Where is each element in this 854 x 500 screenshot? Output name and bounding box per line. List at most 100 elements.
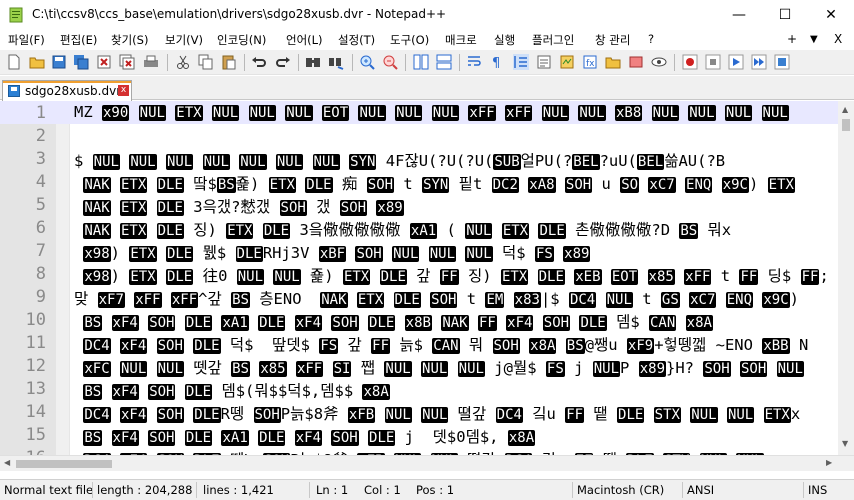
sync-h-icon[interactable] [436,54,452,70]
editor-line[interactable]: 15 BS xF4 SOH DLE xA1 DLE xF4 SOH DLE j … [0,423,838,446]
control-char-token: DLE [579,315,607,331]
horizontal-scroll-thumb[interactable] [16,460,112,468]
tab-close-icon[interactable]: x [118,85,129,96]
run-macro-multiple-icon[interactable] [751,54,767,70]
control-char-token: xFF [134,292,162,308]
replace-icon[interactable] [328,54,344,70]
editor-line[interactable]: 16 DC4 xF4 SOH DLE 뗏\ SOHP늙$8斧 xFB NUL N… [0,446,838,455]
control-char-token: NUL [605,292,633,308]
menu-view[interactable]: 보기(V) [165,32,203,48]
zoom-out-icon[interactable] [382,54,398,70]
editor-line[interactable]: 9 맞 xF7 xFF xFF^갚 BS 층ENO NAK ETX DLE SOH… [0,285,838,308]
print-icon[interactable] [143,54,159,70]
editor-line[interactable]: 2 [0,124,838,147]
editor-line[interactable]: 11 DC4 xF4 SOH DLE 덕$ 땊뎃$ FS 갚 FF 늙$ CAN… [0,331,838,354]
control-char-token: FF [477,315,497,331]
close-all-icon[interactable] [119,54,135,70]
status-encoding[interactable]: ANSI [687,483,714,497]
save-icon[interactable] [51,54,67,70]
editor-line[interactable]: 1 MZ x90 NUL ETX NUL NUL NUL EOT NUL NUL … [0,101,838,124]
menu-run[interactable]: 실행 [494,32,515,48]
vertical-scrollbar[interactable]: ▲ ▼ [838,101,854,455]
scroll-down-arrow-icon[interactable]: ▼ [842,439,848,448]
toolbar: ¶ fx [0,50,854,75]
menu-macro[interactable]: 매크로 [445,32,477,48]
menu-close-doc-button[interactable]: X [834,32,842,46]
redo-icon[interactable] [275,54,291,70]
indent-guide-icon[interactable] [513,54,529,70]
editor-area[interactable]: 1 MZ x90 NUL ETX NUL NUL NUL EOT NUL NUL … [0,101,854,455]
open-file-icon[interactable] [29,54,45,70]
zoom-in-icon[interactable] [359,54,375,70]
vertical-scroll-thumb[interactable] [842,119,850,131]
tab-sdgo28xusb[interactable]: sdgo28xusb.dvr x [2,80,132,101]
close-window-button[interactable]: ✕ [808,0,854,30]
control-char-token: xF7 [97,292,125,308]
menu-file[interactable]: 파일(F) [8,32,45,48]
menu-encoding[interactable]: 인코딩(N) [217,32,266,48]
status-eol[interactable]: Macintosh (CR) [577,483,664,497]
stop-record-icon[interactable] [705,54,721,70]
control-char-token: DLE [305,177,333,193]
word-wrap-icon[interactable] [466,54,482,70]
editor-line[interactable]: 13 BS xF4 SOH DLE 뎀$(뭐$$덕$,뎀$$ x8A [0,377,838,400]
doc-list-icon[interactable] [628,54,644,70]
scroll-right-arrow-icon[interactable]: ▶ [826,458,832,467]
udl-icon[interactable] [536,54,552,70]
editor-line[interactable]: 4 NAK ETX DLE 땈$BS죭) ETX DLE 痴 SOH t SYN… [0,170,838,193]
menu-help[interactable]: ? [648,32,654,46]
find-icon[interactable] [305,54,321,70]
control-char-token: SOH [739,361,768,377]
folder-workspace-icon[interactable] [605,54,621,70]
line-number: 8 [35,264,46,284]
control-char-token: xBB [762,338,790,354]
menu-dropdown-button[interactable]: ▼ [810,34,818,45]
menu-plugins[interactable]: 플러그인 [532,32,574,48]
function-list-icon[interactable]: fx [582,54,598,70]
doc-map-icon[interactable] [559,54,575,70]
save-all-icon[interactable] [73,54,89,70]
maximize-button[interactable]: ☐ [762,0,808,30]
control-char-token: NUL [578,105,606,121]
control-char-token: NUL [688,105,716,121]
line-number: 15 [25,425,46,445]
menu-settings[interactable]: 설정(T) [338,32,375,48]
undo-icon[interactable] [251,54,267,70]
minimize-button[interactable]: — [716,0,762,30]
status-insert-mode[interactable]: INS [808,483,827,497]
control-char-token: NUL [428,246,457,262]
editor-line[interactable]: 5 NAK ETX DLE 3윽갰?慭갰 SOH 갰 SOH x89 [0,193,838,216]
editor-line[interactable]: 6 NAK ETX DLE 징) ETX DLE 3읔儆儆儆儆儆 xA1 ( N… [0,216,838,239]
sync-v-icon[interactable] [413,54,429,70]
editor-line[interactable]: 7 x98) ETX DLE 뭸$ DLERHj3V xBF SOH NUL N… [0,239,838,262]
scroll-left-arrow-icon[interactable]: ◀ [4,458,10,467]
copy-icon[interactable] [198,54,214,70]
menu-window[interactable]: 창 관리 [595,32,630,48]
editor-line[interactable]: 10 BS xF4 SOH DLE xA1 DLE xF4 SOH DLE x8… [0,308,838,331]
menu-plus-button[interactable]: + [787,32,797,46]
control-char-token: NUL [273,269,301,285]
record-macro-icon[interactable] [682,54,698,70]
menu-tools[interactable]: 도구(O) [390,32,429,48]
control-char-token: GS [660,292,680,308]
show-all-chars-icon[interactable]: ¶ [489,54,505,70]
close-icon[interactable] [96,54,112,70]
horizontal-scrollbar[interactable]: ◀ ▶ [0,455,854,471]
paste-icon[interactable] [221,54,237,70]
cut-icon[interactable] [175,54,191,70]
play-macro-icon[interactable] [728,54,744,70]
editor-line[interactable]: 12 xFC NUL NUL 뗏갚 BS x85 xFF SI 쨉 NUL NU… [0,354,838,377]
editor-line[interactable]: 8 x98) ETX DLE 往0 NUL NUL 죭) ETX DLE 갚 F… [0,262,838,285]
editor-line[interactable]: 14 DC4 xF4 SOH DLER뗑 SOHP늙$8斧 xFB NUL NU… [0,400,838,423]
line-number: 14 [25,402,46,422]
control-char-token: NUL [236,269,265,285]
status-divider [682,482,683,498]
editor-line[interactable]: 3 $ NUL NUL NUL NUL NUL NUL NUL SYN 4F잖U(… [0,147,838,170]
monitor-icon[interactable] [651,54,667,70]
scroll-up-arrow-icon[interactable]: ▲ [842,105,848,114]
new-file-icon[interactable] [6,54,22,70]
menu-edit[interactable]: 편집(E) [60,32,97,48]
save-macro-icon[interactable] [774,54,790,70]
menu-search[interactable]: 찾기(S) [111,32,148,48]
menu-language[interactable]: 언어(L) [286,32,323,48]
